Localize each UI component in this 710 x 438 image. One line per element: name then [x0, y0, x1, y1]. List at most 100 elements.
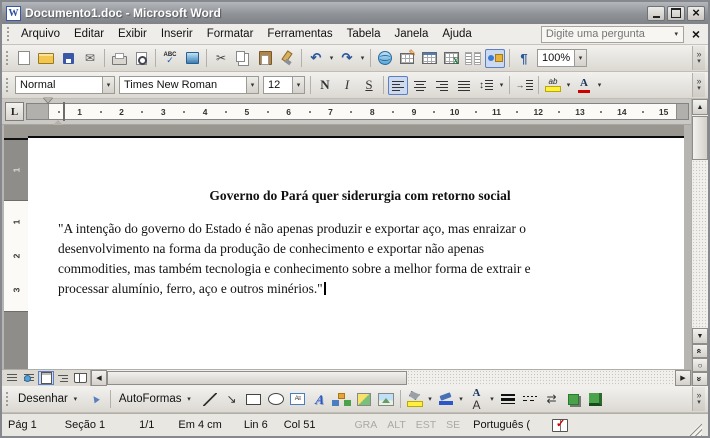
- previous-page-button[interactable]: «: [692, 344, 708, 358]
- oval-button[interactable]: [266, 390, 286, 409]
- scroll-left-button[interactable]: ◀: [91, 370, 107, 386]
- arrow-style-button[interactable]: ⇄: [542, 390, 562, 409]
- horizontal-scroll-thumb[interactable]: [107, 371, 407, 385]
- line-spacing-dropdown-icon[interactable]: ▾: [497, 81, 506, 89]
- autoshapes-menu-dropdown-icon[interactable]: ▾: [185, 395, 194, 403]
- insert-table-button[interactable]: [419, 49, 439, 68]
- menu-janela[interactable]: Janela: [388, 26, 436, 42]
- document-page[interactable]: Governo do Pará quer siderurgia com reto…: [28, 138, 684, 369]
- print-preview-button[interactable]: [131, 49, 151, 68]
- spelling-status-icon[interactable]: [552, 417, 569, 432]
- toolbar-options-button[interactable]: [692, 46, 705, 70]
- font-size-combo[interactable]: 12 ▾: [263, 76, 305, 94]
- align-right-button[interactable]: [432, 76, 452, 95]
- web-layout-view-button[interactable]: [21, 371, 37, 385]
- question-input[interactable]: [541, 28, 670, 40]
- diagram-button[interactable]: [332, 390, 352, 409]
- resize-grip[interactable]: [688, 422, 702, 436]
- status-toggle-alt[interactable]: ALT: [387, 419, 405, 431]
- next-page-button[interactable]: »: [692, 372, 708, 386]
- left-indent-marker[interactable]: [63, 102, 65, 121]
- select-browse-object-button[interactable]: ○: [692, 358, 708, 372]
- redo-button[interactable]: ↷: [337, 49, 357, 68]
- horizontal-ruler[interactable]: 1 2 3 4 5 6 7 8 9 10 11 12 13 14 15: [26, 97, 689, 125]
- tab-selector-button[interactable]: L: [5, 102, 24, 121]
- vertical-scroll-thumb[interactable]: [692, 116, 708, 160]
- text-box-button[interactable]: [288, 390, 308, 409]
- menu-editar[interactable]: Editar: [67, 26, 111, 42]
- zoom-combo[interactable]: 100% ▾: [537, 49, 587, 67]
- hanging-indent-marker[interactable]: [53, 98, 63, 125]
- maximize-button[interactable]: [667, 5, 685, 21]
- normal-view-button[interactable]: [4, 371, 20, 385]
- first-line-indent-marker[interactable]: [43, 97, 53, 125]
- fill-color-dropdown-icon[interactable]: ▾: [426, 395, 435, 403]
- threed-style-button[interactable]: [586, 390, 606, 409]
- autoshapes-menu-button[interactable]: AutoFormas ▾: [114, 389, 199, 409]
- vertical-scroll-track[interactable]: [692, 160, 708, 328]
- copy-button[interactable]: [233, 49, 253, 68]
- line-color-dropdown-icon[interactable]: ▾: [457, 395, 466, 403]
- menu-ajuda[interactable]: Ajuda: [435, 26, 478, 42]
- status-toggle-gra[interactable]: GRA: [354, 419, 377, 431]
- menu-arquivo[interactable]: Arquivo: [14, 26, 67, 42]
- bold-button[interactable]: N: [315, 76, 335, 95]
- horizontal-scroll-track[interactable]: [407, 370, 675, 386]
- cut-button[interactable]: ✂: [211, 49, 231, 68]
- redo-dropdown-icon[interactable]: ▾: [358, 54, 367, 62]
- tables-and-borders-button[interactable]: [397, 48, 417, 68]
- shadow-style-button[interactable]: [564, 390, 584, 409]
- highlight-dropdown-icon[interactable]: ▾: [564, 81, 573, 89]
- email-button[interactable]: [80, 49, 100, 68]
- highlight-button[interactable]: [543, 76, 563, 95]
- save-button[interactable]: [58, 49, 78, 68]
- undo-dropdown-icon[interactable]: ▾: [327, 54, 336, 62]
- drawing-button[interactable]: [485, 48, 505, 68]
- indent-markers[interactable]: [43, 97, 65, 125]
- font-combo[interactable]: Times New Roman ▾: [119, 76, 259, 94]
- arrow-button[interactable]: ↘: [222, 390, 242, 409]
- status-toggle-se[interactable]: SE: [446, 419, 460, 431]
- line-color-button[interactable]: [436, 390, 456, 409]
- style-combo[interactable]: Normal ▾: [15, 76, 115, 94]
- outline-view-button[interactable]: [55, 371, 71, 385]
- draw-menu-button[interactable]: Desenhar ▾: [13, 389, 85, 409]
- font-dropdown-icon[interactable]: ▾: [246, 77, 258, 93]
- line-style-button[interactable]: [498, 390, 518, 409]
- menu-ferramentas[interactable]: Ferramentas: [260, 26, 339, 42]
- font-color-button[interactable]: [574, 76, 594, 95]
- zoom-dropdown-icon[interactable]: ▾: [574, 50, 586, 66]
- print-layout-view-button[interactable]: [38, 371, 54, 385]
- increase-indent-button[interactable]: [514, 76, 534, 95]
- scroll-down-button[interactable]: ▼: [692, 328, 708, 344]
- new-document-button[interactable]: [14, 49, 34, 68]
- toolbar-options-button[interactable]: [692, 387, 705, 411]
- toolbar-drag-handle[interactable]: [5, 50, 10, 66]
- show-hide-button[interactable]: ¶: [514, 49, 534, 68]
- reading-layout-view-button[interactable]: [72, 371, 88, 385]
- scroll-right-button[interactable]: ▶: [675, 370, 691, 386]
- draw-font-color-button[interactable]: A: [467, 390, 487, 411]
- align-left-button[interactable]: [388, 75, 408, 95]
- insert-hyperlink-button[interactable]: [375, 49, 395, 68]
- style-dropdown-icon[interactable]: ▾: [102, 77, 114, 93]
- line-spacing-button[interactable]: [476, 76, 496, 95]
- print-button[interactable]: [109, 49, 129, 68]
- draw-font-color-dropdown-icon[interactable]: ▾: [488, 395, 497, 403]
- align-center-button[interactable]: [410, 76, 430, 95]
- wordart-button[interactable]: A: [308, 390, 331, 409]
- dash-style-button[interactable]: [520, 390, 540, 409]
- menu-inserir[interactable]: Inserir: [154, 26, 200, 42]
- font-color-dropdown-icon[interactable]: ▾: [595, 81, 604, 89]
- research-button[interactable]: [182, 49, 202, 68]
- paste-button[interactable]: [255, 49, 275, 68]
- line-button[interactable]: [200, 390, 220, 409]
- minimize-button[interactable]: [647, 5, 665, 21]
- question-dropdown-icon[interactable]: ▾: [670, 27, 683, 42]
- close-button[interactable]: [687, 5, 705, 21]
- toolbar-drag-handle[interactable]: [6, 26, 11, 42]
- picture-button[interactable]: [376, 390, 396, 409]
- scroll-up-button[interactable]: ▲: [692, 99, 708, 115]
- italic-button[interactable]: I: [337, 76, 357, 95]
- toolbar-drag-handle[interactable]: [5, 77, 10, 93]
